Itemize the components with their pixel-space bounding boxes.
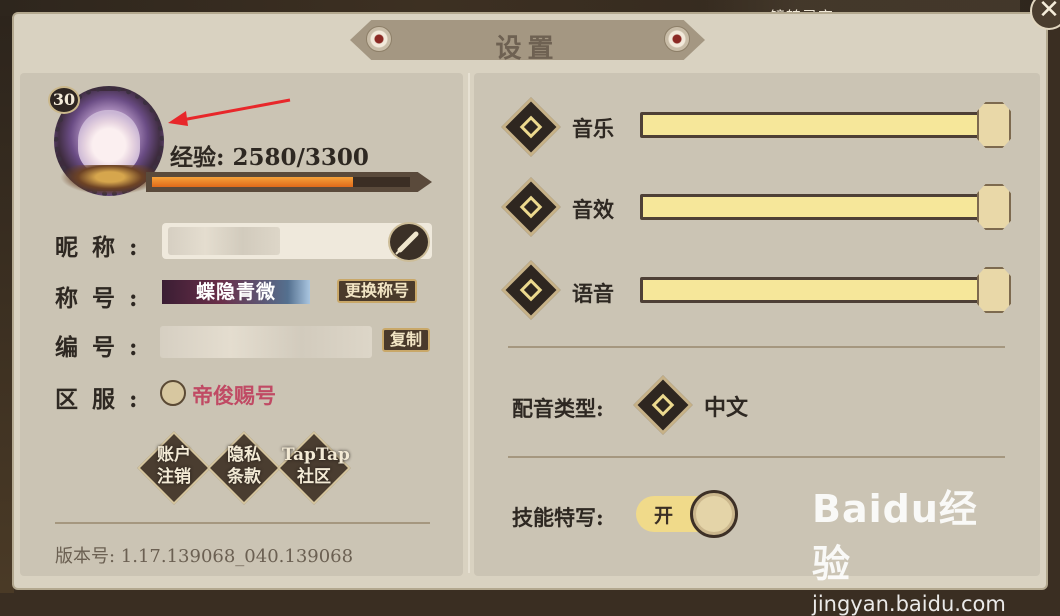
- sound-effects-label: 音效: [572, 197, 614, 222]
- music-slider[interactable]: [640, 112, 1000, 138]
- sound-effects-icon: [501, 177, 561, 237]
- divider: [55, 522, 430, 524]
- change-title-button[interactable]: 更换称号: [337, 279, 418, 303]
- divider: [508, 346, 1005, 348]
- button-line: TapTap: [282, 445, 350, 465]
- sound-effects-slider-handle[interactable]: [977, 184, 1011, 230]
- button-line: 条款: [227, 467, 261, 487]
- copy-id-button[interactable]: 复制: [382, 328, 431, 352]
- account-delete-button[interactable]: 账户 注销: [137, 431, 211, 505]
- divider: [508, 456, 1005, 458]
- title-banner: 设置: [330, 14, 725, 64]
- edit-nickname-button[interactable]: [388, 222, 430, 262]
- watermark-url: jingyan.baidu.com: [812, 592, 1006, 616]
- id-blurred-value: [160, 326, 372, 358]
- button-line: 社区: [297, 467, 331, 487]
- button-line: 注销: [157, 467, 191, 487]
- toggle-state-text: 开: [654, 505, 674, 527]
- nickname-label: 昵称:: [55, 234, 152, 261]
- title-badge: 蝶隐青微: [162, 280, 310, 304]
- version-text: 版本号: 1.17.139068_040.139068: [55, 546, 354, 567]
- server-icon: [160, 380, 186, 406]
- page-title: 设置: [495, 34, 560, 64]
- red-arrow-icon: [168, 98, 291, 126]
- server-value: 帝俊赐号: [192, 383, 276, 408]
- sound-effects-slider[interactable]: [640, 194, 1000, 220]
- pen-icon: [395, 231, 419, 255]
- slider-fill: [643, 280, 997, 300]
- watermark-logo: Baidu经验: [812, 487, 978, 586]
- title-label: 称号:: [55, 285, 152, 312]
- music-label: 音乐: [572, 116, 614, 141]
- nickname-blurred-value: [168, 227, 280, 255]
- slider-fill: [643, 197, 997, 217]
- voice-type-select[interactable]: [633, 375, 693, 435]
- voice-type-value[interactable]: 中文: [704, 390, 748, 422]
- voice-slider[interactable]: [640, 277, 1000, 303]
- exp-bar: [146, 172, 432, 192]
- button-line: 隐私: [227, 445, 261, 465]
- id-label: 编号:: [55, 334, 152, 361]
- music-icon: [501, 97, 561, 157]
- exp-bar-fill: [152, 177, 353, 187]
- voice-type-label: 配音类型:: [512, 396, 604, 421]
- skill-closeup-toggle[interactable]: 开: [636, 490, 738, 538]
- button-line: 账户: [157, 445, 191, 465]
- exp-label: 经验: 2580/3300: [170, 144, 369, 171]
- taptap-community-button[interactable]: TapTap 社区: [277, 431, 351, 505]
- server-label: 区服:: [55, 386, 152, 413]
- toggle-knob[interactable]: [690, 490, 738, 538]
- slider-fill: [643, 115, 997, 135]
- watermark: Baidu经验 jingyan.baidu.com: [812, 478, 1012, 616]
- level-badge: 30: [48, 86, 80, 114]
- privacy-terms-button[interactable]: 隐私 条款: [207, 431, 281, 505]
- voice-icon: [501, 260, 561, 320]
- voice-label: 语音: [572, 281, 614, 306]
- section-divider: [468, 73, 470, 573]
- avatar-frame-ornament: [60, 165, 160, 195]
- skill-closeup-label: 技能特写:: [512, 505, 604, 530]
- voice-slider-handle[interactable]: [977, 267, 1011, 313]
- music-slider-handle[interactable]: [977, 102, 1011, 148]
